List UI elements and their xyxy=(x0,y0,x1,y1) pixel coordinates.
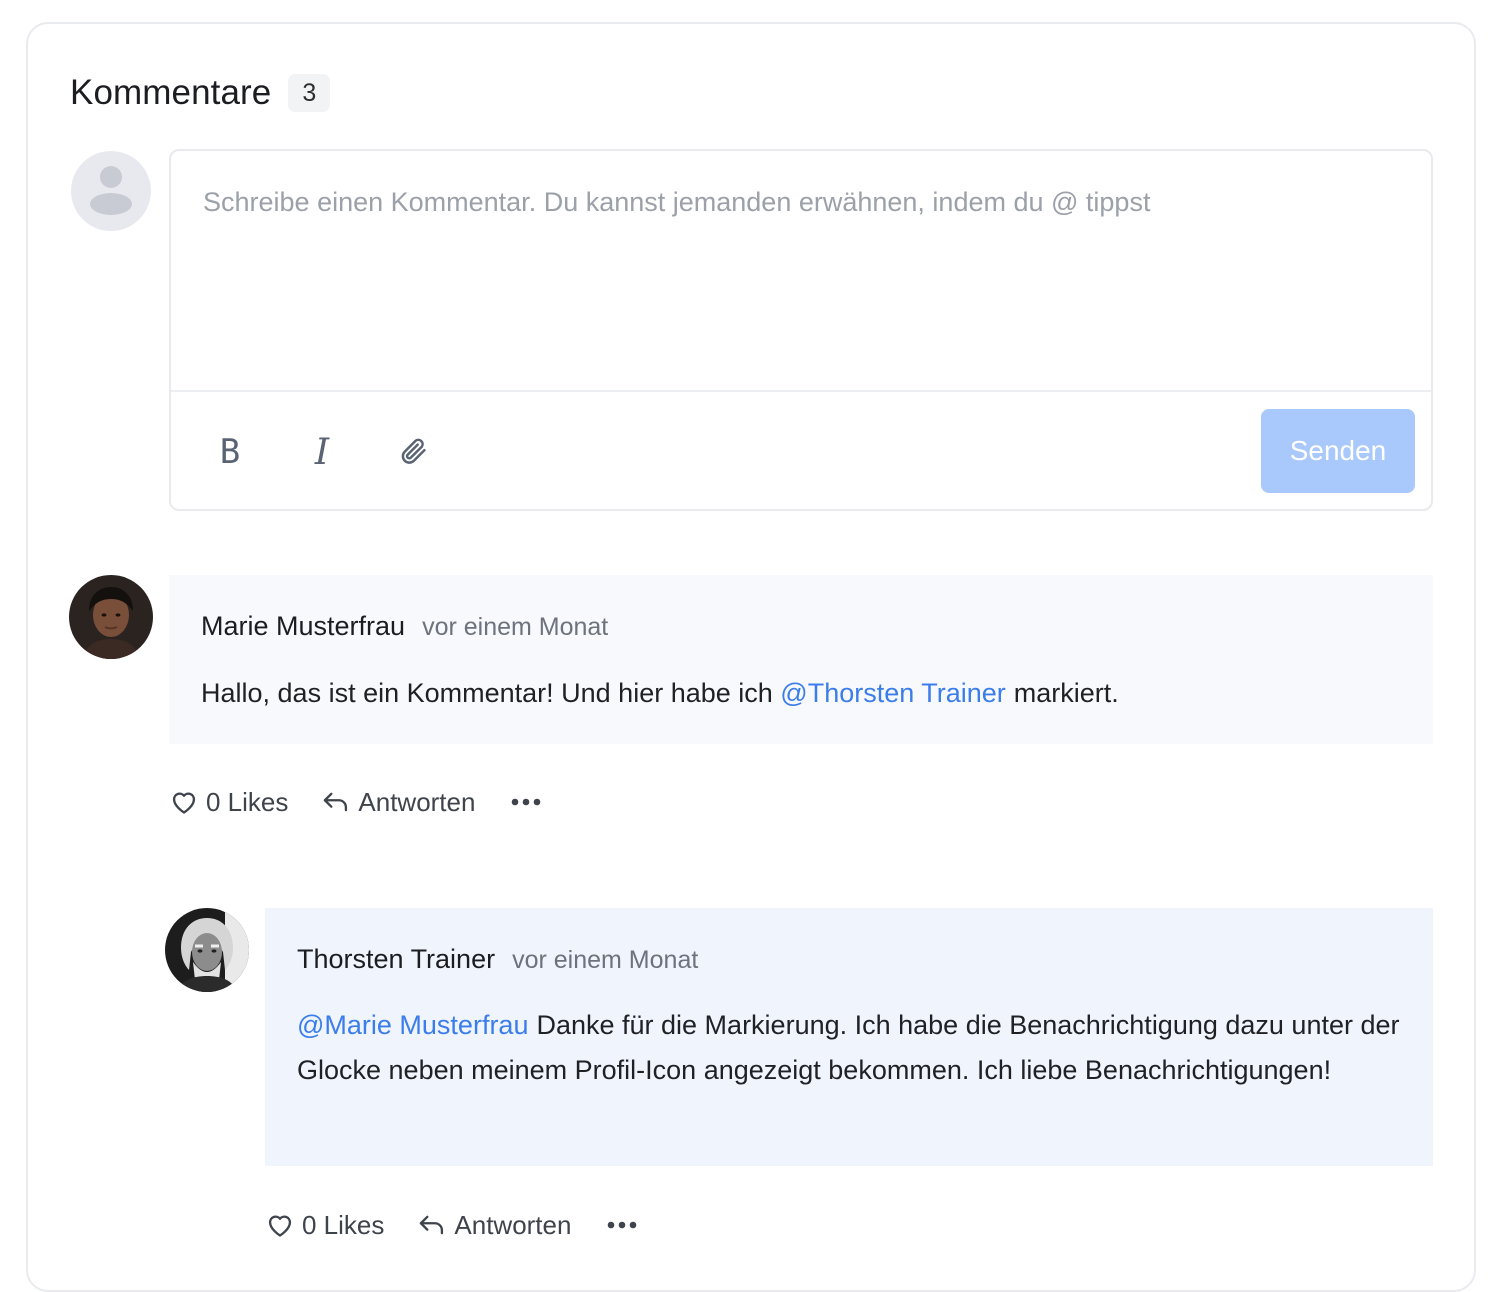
comment-author[interactable]: Thorsten Trainer xyxy=(297,944,495,975)
bold-icon: B xyxy=(219,432,241,472)
comment-text: @Marie Musterfrau Danke für die Markierun… xyxy=(297,1003,1401,1093)
send-button[interactable]: Senden xyxy=(1261,409,1415,493)
comment-text-before: Hallo, das ist ein Kommentar! Und hier h… xyxy=(201,678,781,708)
comment-bubble: Marie Musterfrau vor einem Monat Hallo, … xyxy=(169,575,1433,744)
profile-photo xyxy=(165,908,249,992)
bold-button[interactable]: B xyxy=(207,429,253,475)
mention-link[interactable]: @Thorsten Trainer xyxy=(780,678,1006,708)
comment-composer: B I Senden xyxy=(169,149,1433,511)
reply-label: Antworten xyxy=(454,1209,572,1240)
comment-text-after: markiert. xyxy=(1013,678,1119,708)
comment-input[interactable] xyxy=(171,151,1431,392)
reply-arrow-icon xyxy=(420,1215,444,1235)
reply-bubble: Thorsten Trainer vor einem Monat @Marie … xyxy=(265,908,1433,1166)
more-options-button[interactable] xyxy=(607,1221,637,1229)
reply-arrow-icon xyxy=(324,792,348,812)
heart-icon xyxy=(172,792,196,814)
reply-actions: 0 Likes Antworten xyxy=(266,1205,637,1245)
avatar-marie-musterfrau xyxy=(69,575,153,659)
comment-actions: 0 Likes Antworten xyxy=(170,782,541,822)
attach-button[interactable] xyxy=(391,429,437,475)
more-dots-icon xyxy=(608,1221,637,1229)
heart-icon xyxy=(268,1215,292,1237)
reply-button[interactable]: Antworten xyxy=(322,787,475,818)
reply-button[interactable]: Antworten xyxy=(418,1210,571,1241)
more-dots-icon xyxy=(512,798,541,806)
avatar-thorsten-trainer xyxy=(165,908,249,992)
like-count: 0 Likes xyxy=(206,786,289,817)
comment-timestamp: vor einem Monat xyxy=(422,613,609,641)
more-options-button[interactable] xyxy=(511,798,541,806)
profile-photo xyxy=(69,575,153,659)
current-user-avatar xyxy=(71,151,151,231)
user-placeholder-icon xyxy=(90,166,132,215)
comments-count-badge: 3 xyxy=(288,74,331,112)
comment-text: Hallo, das ist ein Kommentar! Und hier h… xyxy=(201,671,1401,716)
reply-label: Antworten xyxy=(358,786,476,817)
mention-link[interactable]: @Marie Musterfrau xyxy=(297,1010,528,1040)
like-button[interactable]: 0 Likes xyxy=(266,1210,384,1241)
italic-button[interactable]: I xyxy=(299,429,345,475)
like-button[interactable]: 0 Likes xyxy=(170,787,288,818)
italic-icon: I xyxy=(314,431,330,473)
comment-timestamp: vor einem Monat xyxy=(512,946,699,974)
comments-title: Kommentare xyxy=(70,73,272,112)
paperclip-icon xyxy=(401,438,426,464)
comment-meta: Thorsten Trainer vor einem Monat xyxy=(297,944,1401,980)
comment-meta: Marie Musterfrau vor einem Monat xyxy=(201,611,1401,647)
comment-author[interactable]: Marie Musterfrau xyxy=(201,611,405,642)
like-count: 0 Likes xyxy=(302,1209,385,1240)
comments-header: Kommentare 3 xyxy=(70,72,331,114)
